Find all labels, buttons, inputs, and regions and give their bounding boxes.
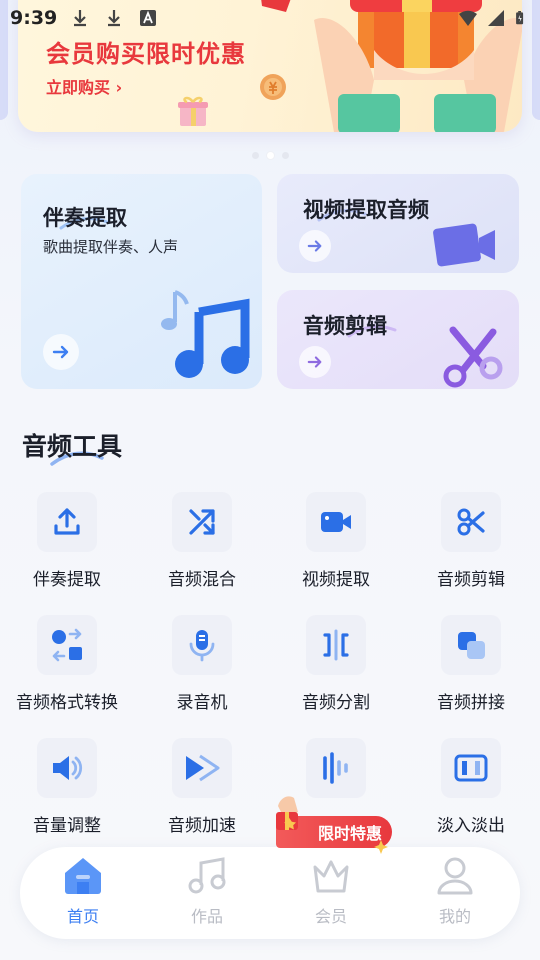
waveform-icon <box>323 752 348 784</box>
tool-audio-cut[interactable]: 音频剪辑 <box>404 492 538 602</box>
tool-accompaniment-extract[interactable]: 伴奏提取 <box>0 492 134 602</box>
banner-title: 会员购买限时优惠 <box>46 40 246 68</box>
arrow-right-icon <box>307 240 322 252</box>
arrow-right-icon <box>52 345 69 359</box>
tool-audio-split[interactable]: 音频分割 <box>269 615 403 725</box>
tool-label: 淡入淡出 <box>437 816 505 836</box>
tool-video-extract[interactable]: 视频提取 <box>269 492 403 602</box>
tool-audio-speed[interactable]: 音频加速 <box>135 738 269 848</box>
carousel-dot <box>281 152 289 159</box>
tool-label: 音量调整 <box>33 816 101 836</box>
tool-label: 音频分割 <box>302 693 370 713</box>
microphone-icon <box>189 630 215 662</box>
arrow-right-icon <box>307 356 322 368</box>
tool-label: 音频混合 <box>168 570 236 590</box>
fade-icon <box>454 754 488 782</box>
signal-icon <box>488 10 504 26</box>
nav-label: 首页 <box>66 907 99 926</box>
status-bar: 9:39 <box>0 0 540 36</box>
promo-label: 限时特惠 <box>317 824 382 843</box>
audio-tools-heading: 音频工具 <box>22 432 123 461</box>
profile-icon <box>437 857 473 895</box>
carousel-dot <box>251 152 259 159</box>
font-a-icon <box>140 10 156 26</box>
small-gift-icon <box>178 96 208 126</box>
audio-edit-go-button[interactable] <box>299 346 331 378</box>
tool-format-convert[interactable]: 音频格式转换 <box>0 615 134 725</box>
card-subtitle: 歌曲提取伴奏、人声 <box>43 238 179 256</box>
music-note-icon <box>188 857 226 894</box>
format-convert-icon <box>52 628 82 662</box>
limited-offer-badge[interactable]: 限时特惠 <box>270 796 394 854</box>
sparkle-icon <box>374 840 388 854</box>
fast-forward-icon <box>186 754 220 782</box>
tool-label: 伴奏提取 <box>33 570 101 590</box>
status-system-icons <box>458 8 528 28</box>
tool-fade-in-out[interactable]: 淡入淡出 <box>404 738 538 848</box>
accompaniment-go-button[interactable] <box>43 334 79 370</box>
upload-icon <box>54 508 80 535</box>
wifi-icon <box>459 10 477 26</box>
nav-profile[interactable]: 我的 <box>415 855 495 935</box>
bottom-navigation: 首页 作品 会员 我的 <box>20 847 520 939</box>
carousel-indicator <box>0 152 540 159</box>
status-notification-icons <box>70 8 158 28</box>
card-title: 视频提取音频 <box>303 198 429 222</box>
nav-home[interactable]: 首页 <box>43 855 123 935</box>
split-icon <box>323 629 349 661</box>
tool-volume-adjust[interactable]: 音量调整 <box>0 738 134 848</box>
nav-label: 作品 <box>190 907 223 926</box>
tool-label: 音频加速 <box>168 816 236 836</box>
tool-audio-merge[interactable]: 音频拼接 <box>404 615 538 725</box>
merge-icon <box>458 632 485 659</box>
music-notes-icon <box>161 290 250 378</box>
shuffle-icon <box>189 509 215 535</box>
scissors-icon <box>443 326 503 388</box>
crown-icon <box>313 860 349 893</box>
carousel-dot-active <box>266 152 274 159</box>
banner-buy-now-link[interactable]: 立即购买 › <box>46 74 122 98</box>
video-camera-icon <box>433 223 495 267</box>
video-extract-go-button[interactable] <box>299 230 331 262</box>
coin-icon <box>260 74 286 100</box>
tool-label: 视频提取 <box>302 570 370 590</box>
download-icon <box>74 10 86 27</box>
audio-edit-card[interactable]: 音频剪辑 <box>277 290 519 389</box>
card-title: 伴奏提取 <box>43 206 127 230</box>
video-camera-icon <box>321 512 351 532</box>
scissors-icon <box>457 508 485 536</box>
tool-label: 录音机 <box>176 693 228 713</box>
home-icon <box>65 858 101 894</box>
nav-label: 我的 <box>438 907 471 926</box>
tool-audio-mix[interactable]: 音频混合 <box>135 492 269 602</box>
volume-icon <box>53 756 83 780</box>
video-extract-audio-card[interactable]: 视频提取音频 <box>277 174 519 273</box>
download-icon <box>108 10 120 27</box>
nav-membership[interactable]: 会员 <box>291 855 371 935</box>
tool-label: 音频拼接 <box>437 693 505 713</box>
tool-label: 音频格式转换 <box>16 693 118 713</box>
gift-hand-icon <box>276 796 298 830</box>
battery-charging-icon <box>516 11 524 25</box>
card-title: 音频剪辑 <box>303 314 387 338</box>
nav-label: 会员 <box>314 907 347 926</box>
tool-label: 音频剪辑 <box>437 570 505 590</box>
tool-recorder[interactable]: 录音机 <box>135 615 269 725</box>
accompaniment-extract-card[interactable]: 伴奏提取 歌曲提取伴奏、人声 <box>21 174 262 389</box>
nav-works[interactable]: 作品 <box>167 855 247 935</box>
status-time: 9:39 <box>10 7 58 29</box>
